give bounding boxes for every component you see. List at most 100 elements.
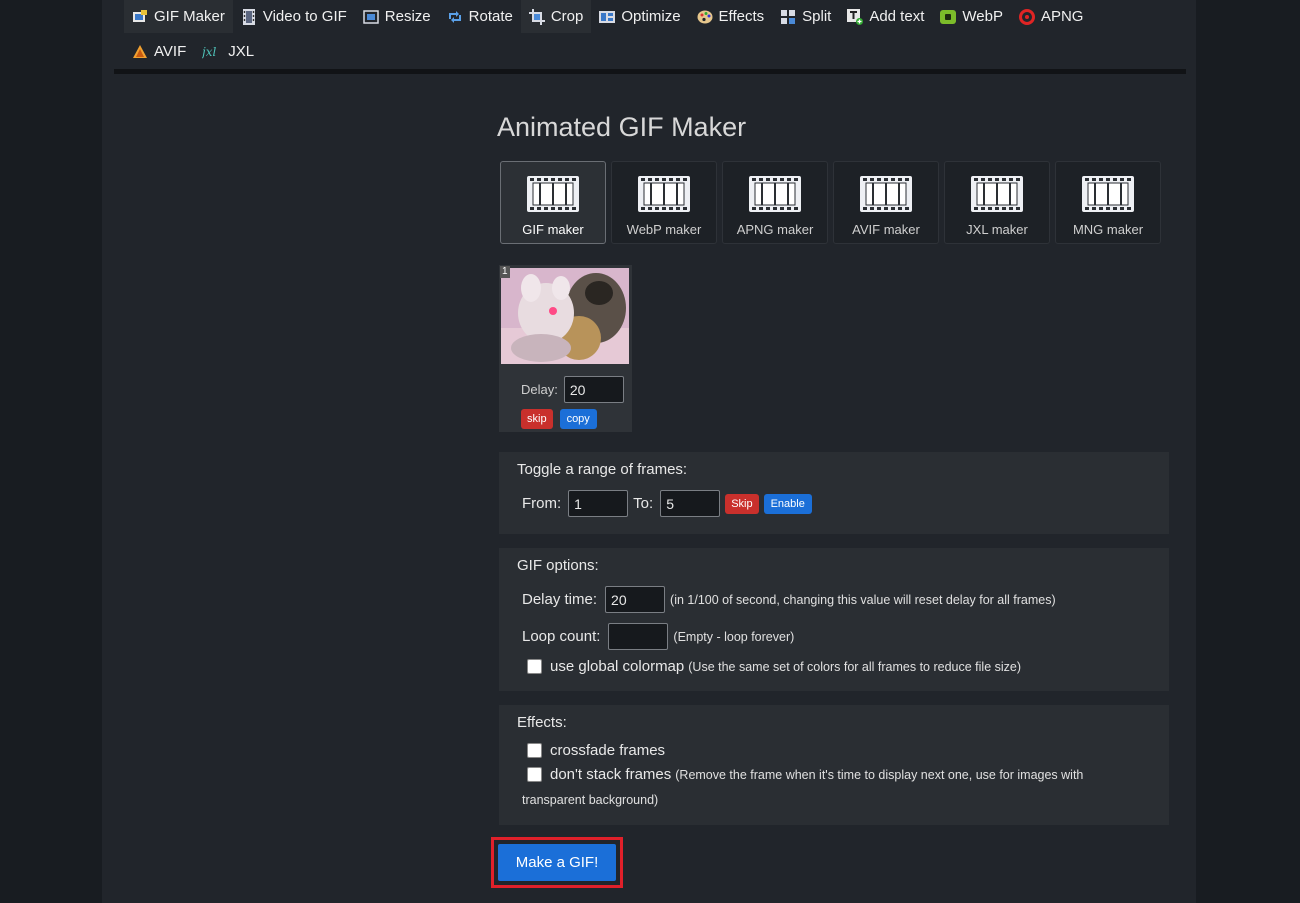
make-gif-highlight: Make a GIF! bbox=[491, 837, 623, 888]
delay-time-input[interactable] bbox=[605, 586, 666, 613]
nav-label: Resize bbox=[384, 8, 431, 25]
top-nav: GIF Maker Video to GIF Resize Rotate Cro… bbox=[124, 0, 1194, 68]
tab-webp-maker[interactable]: WebP maker bbox=[611, 161, 717, 244]
nav-label: JXL bbox=[228, 43, 255, 60]
frame-delay-row: Delay: bbox=[521, 376, 624, 403]
nav-label: AVIF bbox=[154, 43, 187, 60]
crossfade-label: crossfade frames bbox=[550, 742, 666, 759]
nav-label: Optimize bbox=[621, 8, 681, 25]
nostack-checkbox[interactable] bbox=[527, 767, 542, 782]
nostack-hint: (Remove the frame when it's time to disp… bbox=[675, 767, 1084, 782]
nostack-label: don't stack frames bbox=[550, 766, 672, 783]
avif-icon bbox=[132, 44, 148, 60]
effects-title: Effects: bbox=[517, 714, 567, 731]
gif-options-title: GIF options: bbox=[517, 557, 599, 574]
delay-time-row: Delay time: (in 1/100 of second, changin… bbox=[522, 586, 1056, 613]
gif-options-panel: GIF options: Delay time: (in 1/100 of se… bbox=[499, 548, 1169, 691]
nostack-hint-cont-row: transparent background) bbox=[522, 793, 658, 807]
nav-row-1: GIF Maker Video to GIF Resize Rotate Cro… bbox=[124, 0, 1194, 33]
frame-delay-label: Delay: bbox=[521, 382, 558, 397]
maker-label: AVIF maker bbox=[852, 222, 920, 237]
global-colormap-row: use global colormap (Use the same set of… bbox=[527, 658, 1021, 675]
svg-text:jxl: jxl bbox=[202, 45, 216, 59]
frame-delay-input[interactable] bbox=[563, 376, 624, 403]
nav-row-2: AVIF jxl JXL bbox=[124, 35, 1194, 68]
film-strip-icon bbox=[638, 176, 690, 212]
maker-label: MNG maker bbox=[1072, 222, 1144, 237]
tab-avif-maker[interactable]: AVIF maker bbox=[833, 161, 939, 244]
nav-label: Effects bbox=[718, 8, 765, 25]
film-strip-icon bbox=[971, 176, 1023, 212]
nav-webp[interactable]: WebP bbox=[932, 0, 1011, 33]
nav-divider bbox=[114, 69, 1186, 74]
delay-time-label: Delay time: bbox=[522, 591, 598, 608]
tab-mng-maker[interactable]: MNG maker bbox=[1055, 161, 1161, 244]
global-colormap-label: use global colormap bbox=[550, 658, 685, 675]
tab-gif-maker[interactable]: GIF maker bbox=[500, 161, 606, 244]
frame-actions: skip copy bbox=[521, 409, 597, 429]
maker-tabs: GIF maker WebP maker APNG maker AVIF mak… bbox=[500, 161, 1161, 244]
crossfade-checkbox[interactable] bbox=[527, 743, 542, 758]
nav-label: Split bbox=[802, 8, 832, 25]
from-input[interactable] bbox=[568, 490, 629, 517]
range-skip-button[interactable]: Skip bbox=[725, 493, 759, 514]
split-icon bbox=[780, 9, 796, 25]
from-label: From: bbox=[522, 495, 562, 512]
make-gif-button[interactable]: Make a GIF! bbox=[498, 844, 616, 881]
add-text-icon bbox=[847, 8, 864, 25]
nav-avif[interactable]: AVIF bbox=[124, 35, 194, 68]
webp-icon bbox=[940, 9, 957, 25]
loop-count-hint: (Empty - loop forever) bbox=[673, 629, 795, 644]
tab-apng-maker[interactable]: APNG maker bbox=[722, 161, 828, 244]
to-input[interactable] bbox=[660, 490, 721, 517]
maker-label: APNG maker bbox=[736, 222, 814, 237]
nostack-row: don't stack frames (Remove the frame whe… bbox=[527, 766, 1083, 783]
loop-count-label: Loop count: bbox=[522, 628, 601, 645]
global-colormap-checkbox[interactable] bbox=[527, 659, 542, 674]
effects-panel: Effects: crossfade frames don't stack fr… bbox=[499, 705, 1169, 825]
toggle-range-panel: Toggle a range of frames: From: To: Skip… bbox=[499, 452, 1169, 534]
maker-label: JXL maker bbox=[966, 222, 1028, 237]
frame-copy-button[interactable]: copy bbox=[559, 409, 597, 429]
global-colormap-hint: (Use the same set of colors for all fram… bbox=[688, 659, 1022, 674]
apng-icon bbox=[1018, 8, 1035, 25]
maker-label: WebP maker bbox=[626, 222, 702, 237]
nav-label: Crop bbox=[550, 8, 584, 25]
nav-label: Video to GIF bbox=[262, 8, 347, 25]
nav-gif-maker[interactable]: GIF Maker bbox=[124, 0, 233, 33]
nav-label: APNG bbox=[1040, 8, 1084, 25]
frame-number: 1 bbox=[500, 266, 510, 278]
crossfade-row: crossfade frames bbox=[527, 742, 665, 759]
frame-card: 1 Delay: ski bbox=[499, 265, 632, 432]
nav-effects[interactable]: Effects bbox=[689, 0, 773, 33]
film-strip-icon bbox=[1082, 176, 1134, 212]
film-strip-icon bbox=[749, 176, 801, 212]
toggle-range-title: Toggle a range of frames: bbox=[517, 461, 688, 478]
nav-split[interactable]: Split bbox=[772, 0, 839, 33]
loop-count-row: Loop count: (Empty - loop forever) bbox=[522, 623, 794, 650]
nav-crop[interactable]: Crop bbox=[520, 0, 592, 33]
nav-resize[interactable]: Resize bbox=[355, 0, 439, 33]
crop-icon bbox=[528, 8, 545, 25]
tab-jxl-maker[interactable]: JXL maker bbox=[944, 161, 1050, 244]
delay-time-hint: (in 1/100 of second, changing this value… bbox=[670, 592, 1056, 607]
nav-optimize[interactable]: Optimize bbox=[591, 0, 688, 33]
frame-thumbnail[interactable] bbox=[501, 268, 629, 364]
jxl-icon: jxl bbox=[202, 44, 222, 60]
range-enable-button[interactable]: Enable bbox=[763, 493, 812, 514]
nav-apng[interactable]: APNG bbox=[1011, 0, 1092, 33]
nav-label: GIF Maker bbox=[154, 8, 225, 25]
nav-rotate[interactable]: Rotate bbox=[439, 0, 521, 33]
optimize-icon bbox=[599, 9, 616, 25]
page-title: Animated GIF Maker bbox=[497, 112, 747, 142]
film-icon bbox=[241, 8, 257, 25]
rotate-icon bbox=[447, 9, 463, 25]
loop-count-input[interactable] bbox=[608, 623, 669, 650]
nav-video-to-gif[interactable]: Video to GIF bbox=[233, 0, 355, 33]
maker-label: GIF maker bbox=[522, 222, 584, 237]
palette-icon bbox=[697, 9, 713, 25]
gif-maker-icon bbox=[132, 9, 148, 25]
nav-add-text[interactable]: Add text bbox=[839, 0, 932, 33]
nav-jxl[interactable]: jxl JXL bbox=[194, 35, 262, 68]
frame-skip-button[interactable]: skip bbox=[521, 409, 553, 429]
